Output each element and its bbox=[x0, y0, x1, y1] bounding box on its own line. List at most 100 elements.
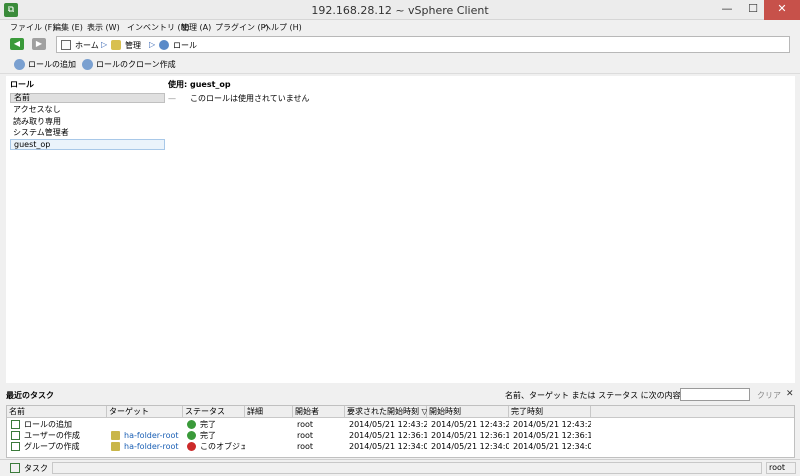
task-cell-name: グループの作成 bbox=[11, 441, 107, 452]
task-cell-status: 完了 bbox=[187, 419, 245, 430]
task-cell-detail bbox=[247, 430, 293, 441]
task-cell-target bbox=[111, 419, 183, 430]
menu-plugins[interactable]: プラグイン (P) bbox=[215, 22, 269, 33]
col-header-filler bbox=[591, 406, 794, 418]
maximize-button[interactable]: ☐ bbox=[740, 0, 766, 20]
menu-file[interactable]: ファイル (F) bbox=[10, 22, 55, 33]
col-header-initiator[interactable]: 開始者 bbox=[293, 406, 345, 418]
tasks-label[interactable]: タスク bbox=[24, 463, 48, 474]
recent-tasks-table: 名前 ターゲット ステータス 詳細 開始者 要求された開始時刻 ▽ 開始時刻 完… bbox=[6, 405, 795, 458]
folder-icon bbox=[111, 431, 120, 440]
role-item-administrator[interactable]: システム管理者 bbox=[10, 127, 165, 138]
task-cell-end: 2014/05/21 12:36:17 bbox=[513, 430, 591, 441]
task-row[interactable]: グループの作成 ha-folder-root このオブジェク root 2014/05/… bbox=[7, 441, 794, 452]
task-row[interactable]: ユーザーの作成 ha-folder-root 完了 root 2014/05/21 12… bbox=[7, 430, 794, 441]
tasks-icon[interactable] bbox=[10, 463, 20, 473]
add-role-button[interactable]: ロールの追加 bbox=[14, 58, 76, 72]
clear-filter-link[interactable]: クリア bbox=[757, 390, 781, 401]
usage-message-row: — このロールは使用されていません bbox=[168, 93, 310, 104]
toolbar: ロールの追加 ロールのクローン作成 bbox=[0, 56, 800, 74]
col-header-requested-time[interactable]: 要求された開始時刻 ▽ bbox=[345, 406, 428, 418]
task-status-text: 完了 bbox=[200, 431, 216, 440]
task-icon bbox=[11, 431, 20, 440]
navigation-bar: ◀ ▶ ホーム ▷ 管理 ▷ ロール bbox=[0, 35, 800, 55]
error-x-icon bbox=[187, 442, 196, 451]
task-cell-status: このオブジェク bbox=[187, 441, 245, 452]
forward-arrow-icon[interactable]: ▶ bbox=[32, 38, 46, 50]
roles-panel-title: ロール bbox=[10, 80, 34, 89]
recent-tasks-header: 最近のタスク 名前、ターゲット または ステータス に次の内容を含む: ▾ クリ… bbox=[0, 386, 800, 404]
col-header-end-time[interactable]: 完了時刻 bbox=[509, 406, 591, 418]
menu-administration[interactable]: 管理 (A) bbox=[181, 22, 211, 33]
admin-icon bbox=[111, 40, 121, 50]
menu-edit[interactable]: 編集 (E) bbox=[53, 22, 83, 33]
task-requested-text: 2014/05/21 12:34:02 bbox=[349, 442, 427, 451]
col-header-status[interactable]: ステータス bbox=[183, 406, 245, 418]
task-start-text: 2014/05/21 12:36:17 bbox=[431, 431, 509, 440]
add-role-icon bbox=[14, 59, 25, 70]
task-cell-detail bbox=[247, 441, 293, 452]
task-cell-name: ユーザーの作成 bbox=[11, 430, 107, 441]
title-bar: ⧉ 192.168.28.12 ~ vSphere Client — ☐ ✕ bbox=[0, 0, 800, 20]
usage-message: このロールは使用されていません bbox=[190, 94, 310, 103]
task-initiator-text: root bbox=[297, 431, 314, 440]
task-cell-target: ha-folder-root bbox=[111, 430, 183, 441]
task-cell-initiator: root bbox=[297, 430, 345, 441]
role-item-read-only[interactable]: 読み取り専用 bbox=[10, 116, 165, 127]
task-cell-detail bbox=[247, 419, 293, 430]
task-start-text: 2014/05/21 12:43:23 bbox=[431, 420, 509, 429]
status-bar: タスク root bbox=[0, 459, 800, 476]
task-name-text: グループの作成 bbox=[24, 442, 80, 451]
task-name-text: ユーザーの作成 bbox=[24, 431, 80, 440]
col-header-detail[interactable]: 詳細 bbox=[245, 406, 293, 418]
task-status-text: 完了 bbox=[200, 420, 216, 429]
task-icon bbox=[11, 420, 20, 429]
task-icon bbox=[11, 442, 20, 451]
folder-icon bbox=[111, 442, 120, 451]
close-tasks-icon[interactable]: ✕ bbox=[786, 389, 794, 399]
task-end-text: 2014/05/21 12:36:17 bbox=[513, 431, 591, 440]
success-check-icon bbox=[187, 420, 196, 429]
task-target-text[interactable]: ha-folder-root bbox=[124, 442, 179, 451]
close-button[interactable]: ✕ bbox=[764, 0, 800, 20]
menu-help[interactable]: ヘルプ (H) bbox=[263, 22, 302, 33]
task-end-text: 2014/05/21 12:34:02 bbox=[513, 442, 591, 451]
task-cell-end: 2014/05/21 12:34:02 bbox=[513, 441, 591, 452]
task-cell-initiator: root bbox=[297, 441, 345, 452]
task-row[interactable]: ロールの追加 完了 root 2014/05/21 12:43:23 2014/05/2… bbox=[7, 419, 794, 430]
status-message-area bbox=[52, 462, 762, 474]
task-start-text: 2014/05/21 12:34:02 bbox=[431, 442, 509, 451]
breadcrumb-roles[interactable]: ロール bbox=[173, 40, 197, 51]
clone-role-icon bbox=[82, 59, 93, 70]
task-cell-requested: 2014/05/21 12:34:02 bbox=[349, 441, 427, 452]
breadcrumb-arrow-icon: ▷ bbox=[149, 40, 156, 49]
roles-column-header[interactable]: 名前 bbox=[10, 93, 165, 103]
home-icon bbox=[61, 40, 71, 50]
menu-view[interactable]: 表示 (W) bbox=[87, 22, 120, 33]
task-cell-start: 2014/05/21 12:43:23 bbox=[431, 419, 509, 430]
breadcrumb-arrow-icon: ▷ bbox=[101, 40, 108, 49]
task-cell-end: 2014/05/21 12:43:23 bbox=[513, 419, 591, 430]
success-check-icon bbox=[187, 431, 196, 440]
roles-icon bbox=[159, 40, 169, 50]
breadcrumb-home[interactable]: ホーム bbox=[75, 40, 99, 51]
role-item-no-access[interactable]: アクセスなし bbox=[10, 104, 165, 115]
task-target-text[interactable]: ha-folder-root bbox=[124, 431, 179, 440]
breadcrumb: ホーム ▷ 管理 ▷ ロール bbox=[56, 36, 790, 53]
col-header-start-time[interactable]: 開始時刻 bbox=[427, 406, 509, 418]
recent-tasks-title: 最近のタスク bbox=[6, 391, 54, 400]
col-header-target[interactable]: ターゲット bbox=[107, 406, 183, 418]
task-requested-text: 2014/05/21 12:36:17 bbox=[349, 431, 427, 440]
role-item-guest-op[interactable]: guest_op bbox=[10, 139, 165, 150]
col-header-name[interactable]: 名前 bbox=[7, 406, 107, 418]
task-cell-start: 2014/05/21 12:34:02 bbox=[431, 441, 509, 452]
usage-panel-title: 使用: guest_op bbox=[168, 80, 231, 89]
main-panel: ロール 名前 アクセスなし 読み取り専用 システム管理者 guest_op 使用… bbox=[6, 76, 795, 383]
task-cell-name: ロールの追加 bbox=[11, 419, 107, 430]
task-filter-input[interactable] bbox=[680, 388, 750, 401]
breadcrumb-admin[interactable]: 管理 bbox=[125, 40, 141, 51]
window-title: 192.168.28.12 ~ vSphere Client bbox=[311, 4, 489, 17]
back-arrow-icon[interactable]: ◀ bbox=[10, 38, 24, 50]
minimize-button[interactable]: — bbox=[714, 0, 740, 20]
clone-role-button[interactable]: ロールのクローン作成 bbox=[82, 58, 176, 72]
